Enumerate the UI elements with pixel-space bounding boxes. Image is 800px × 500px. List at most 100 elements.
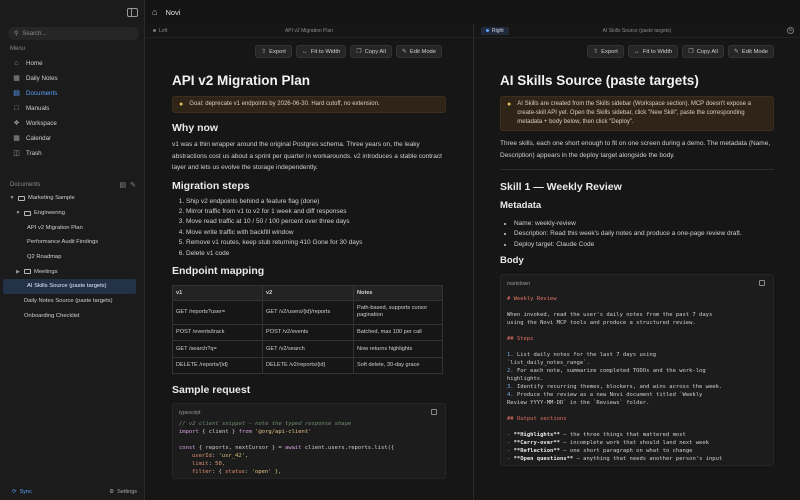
code-token: const (179, 445, 196, 452)
button-label: Fit to Width (310, 48, 341, 55)
code-line: highlights. (507, 376, 544, 383)
code-line: Review YYYY-MM-DD` in the `Reviews` fold… (507, 400, 650, 407)
code-line: limit: 50, (192, 461, 226, 468)
copy-icon[interactable] (759, 280, 765, 287)
section-heading: Why now (172, 122, 219, 134)
home-icon[interactable]: ⌂ (152, 7, 157, 17)
table-cell: Path-based, supports cursor pagination (353, 299, 443, 325)
fit-to-width-button[interactable]: ↔ Fit to Width (627, 45, 679, 58)
tree-doc-ai-skills-source[interactable]: AI Skills Source (paste targets) (3, 279, 136, 294)
pane-side-label: Right (492, 27, 504, 34)
code-token: — anything that needs another person's i… (573, 456, 723, 463)
workspace-icon: ❖ (13, 120, 20, 127)
code-token: — the three things that mattered most (559, 432, 686, 439)
tree-folder-marketing-sample[interactable]: ▼ Marketing Sample (0, 191, 144, 206)
calendar-icon: ▦ (13, 135, 20, 142)
tree-item-label: Q2 Roadmap (27, 254, 62, 261)
code-token: { client } (198, 429, 239, 436)
code-token: 2. (507, 368, 514, 375)
export-button[interactable]: ⇧ Export (587, 45, 624, 58)
edit-mode-button[interactable]: ✎ Edit Mode (395, 45, 442, 58)
tree-doc-daily-notes-source[interactable]: Daily Notes Source (paste targets) (0, 294, 144, 309)
code-line: 4. Produce the review as a new Novi docu… (507, 391, 767, 399)
code-token: Identify recurring themes, blockers, and… (516, 384, 723, 391)
code-token: import (179, 429, 199, 436)
sidebar-item-label: Documents (26, 90, 58, 97)
list-item: Delete v1 code (186, 249, 446, 259)
sidebar-item-trash[interactable]: ◫ Trash (0, 146, 144, 161)
table-cell: GET /reports?user= (172, 299, 263, 325)
table-cell: DELETE /reports/{id} (172, 356, 263, 375)
settings-button[interactable]: ⚙ Settings (109, 489, 137, 495)
new-document-icon[interactable]: ✎ (130, 181, 136, 189)
documents-label: Documents (10, 182, 41, 188)
edit-mode-button[interactable]: ✎ Edit Mode (727, 45, 774, 58)
code-line: # Weekly Review (507, 296, 557, 303)
table-header: v1 (172, 284, 263, 301)
code-token: **Highlights** (513, 432, 560, 439)
lightbulb-icon: ● (179, 101, 184, 108)
code-line: `list_daily_notes_range`. (507, 360, 590, 367)
left-pane-header: Left API v2 Migration Plan (146, 24, 472, 38)
right-document: AI Skills Source (paste targets) ● AI Sk… (474, 73, 800, 467)
tree-doc-api-v2-migration-plan[interactable]: API v2 Migration Plan (0, 220, 144, 235)
sidebar-item-label: Calendar (26, 135, 52, 142)
close-pane-icon[interactable]: × (787, 27, 794, 34)
calendar-icon: ▦ (13, 75, 20, 82)
code-token: status (225, 469, 245, 476)
sidebar-item-home[interactable]: ⌂ Home (0, 56, 144, 71)
tree-item-label: Performance Audit Findings (27, 239, 99, 246)
sync-button[interactable]: ⟳ Sync (12, 489, 32, 495)
sidebar-item-documents[interactable]: ▤ Documents (0, 86, 144, 101)
button-label: Fit to Width (642, 48, 673, 55)
fit-to-width-button[interactable]: ↔ Fit to Width (295, 45, 347, 58)
code-token: — one short paragraph on what to change (559, 448, 693, 455)
sidebar-item-workspace[interactable]: ❖ Workspace (0, 116, 144, 131)
search-input[interactable]: ⚲ Search... (8, 27, 139, 40)
export-icon: ⇧ (261, 49, 267, 55)
code-token: '@org/api-client' (251, 429, 312, 436)
export-button[interactable]: ⇧ Export (255, 45, 292, 58)
code-token: — incomplete work that should land next … (559, 440, 709, 447)
documents-section-header: Documents ▤ ✎ (0, 179, 144, 191)
markdown-code-block: markdown # Weekly Review When invoked, r… (500, 274, 774, 467)
list-item: Ship v2 endpoints behind a feature flag … (186, 197, 446, 207)
code-line: filter: { status: 'open' }, (192, 469, 282, 476)
folder-icon (24, 269, 31, 275)
code-line: ## Output sections (507, 416, 567, 423)
code-block: typescript // v2 client snippet — note t… (172, 403, 446, 480)
copy-all-button[interactable]: ❐ Copy All (350, 45, 392, 58)
sidebar-item-manuals[interactable]: □ Manuals (0, 101, 144, 116)
pane-side-tag[interactable]: Right (481, 26, 509, 35)
table-cell: DELETE /v2/reports/{id} (262, 356, 354, 375)
sidebar-top (0, 0, 144, 24)
tree-folder-meetings[interactable]: ▶ Meetings (0, 264, 144, 279)
steps-list: Ship v2 endpoints behind a feature flag … (172, 197, 446, 259)
subsection-heading: Metadata (500, 200, 542, 211)
sidebar-item-daily-notes[interactable]: ▦ Daily Notes (0, 71, 144, 86)
button-label: Copy All (364, 48, 386, 55)
tree-item-label: Marketing Sample (28, 195, 75, 202)
metadata-list: Name: weekly-review Description: Read th… (500, 219, 774, 250)
pane-tab-title: AI Skills Source (paste targets) (602, 27, 672, 34)
code-token: filter (192, 469, 212, 476)
tree-folder-engineering[interactable]: ▼ Engineering (0, 206, 144, 221)
button-label: Edit Mode (741, 48, 768, 55)
tree-doc-onboarding-checklist[interactable]: Onboarding Checklist (0, 309, 144, 324)
sidebar-item-calendar[interactable]: ▦ Calendar (0, 131, 144, 146)
new-folder-icon[interactable]: ▤ (120, 181, 127, 189)
goal-callout: ● Goal: deprecate v1 endpoints by 2026-0… (172, 96, 446, 113)
fit-width-icon: ↔ (633, 48, 640, 55)
section-heading: Skill 1 — Weekly Review (500, 181, 622, 193)
sidebar-toggle-icon[interactable] (127, 7, 138, 17)
copy-all-button[interactable]: ❐ Copy All (682, 45, 724, 58)
right-pane: Right AI Skills Source (paste targets) ×… (473, 24, 800, 500)
tree-doc-q2-roadmap[interactable]: Q2 Roadmap (0, 250, 144, 265)
copy-icon[interactable] (431, 409, 437, 416)
code-line: import { client } from '@org/api-client' (179, 428, 439, 436)
pane-side-tag[interactable]: Left (153, 28, 167, 34)
tree-doc-performance-audit[interactable]: Performance Audit Findings (0, 235, 144, 250)
code-token: **Open questions** (513, 456, 574, 463)
